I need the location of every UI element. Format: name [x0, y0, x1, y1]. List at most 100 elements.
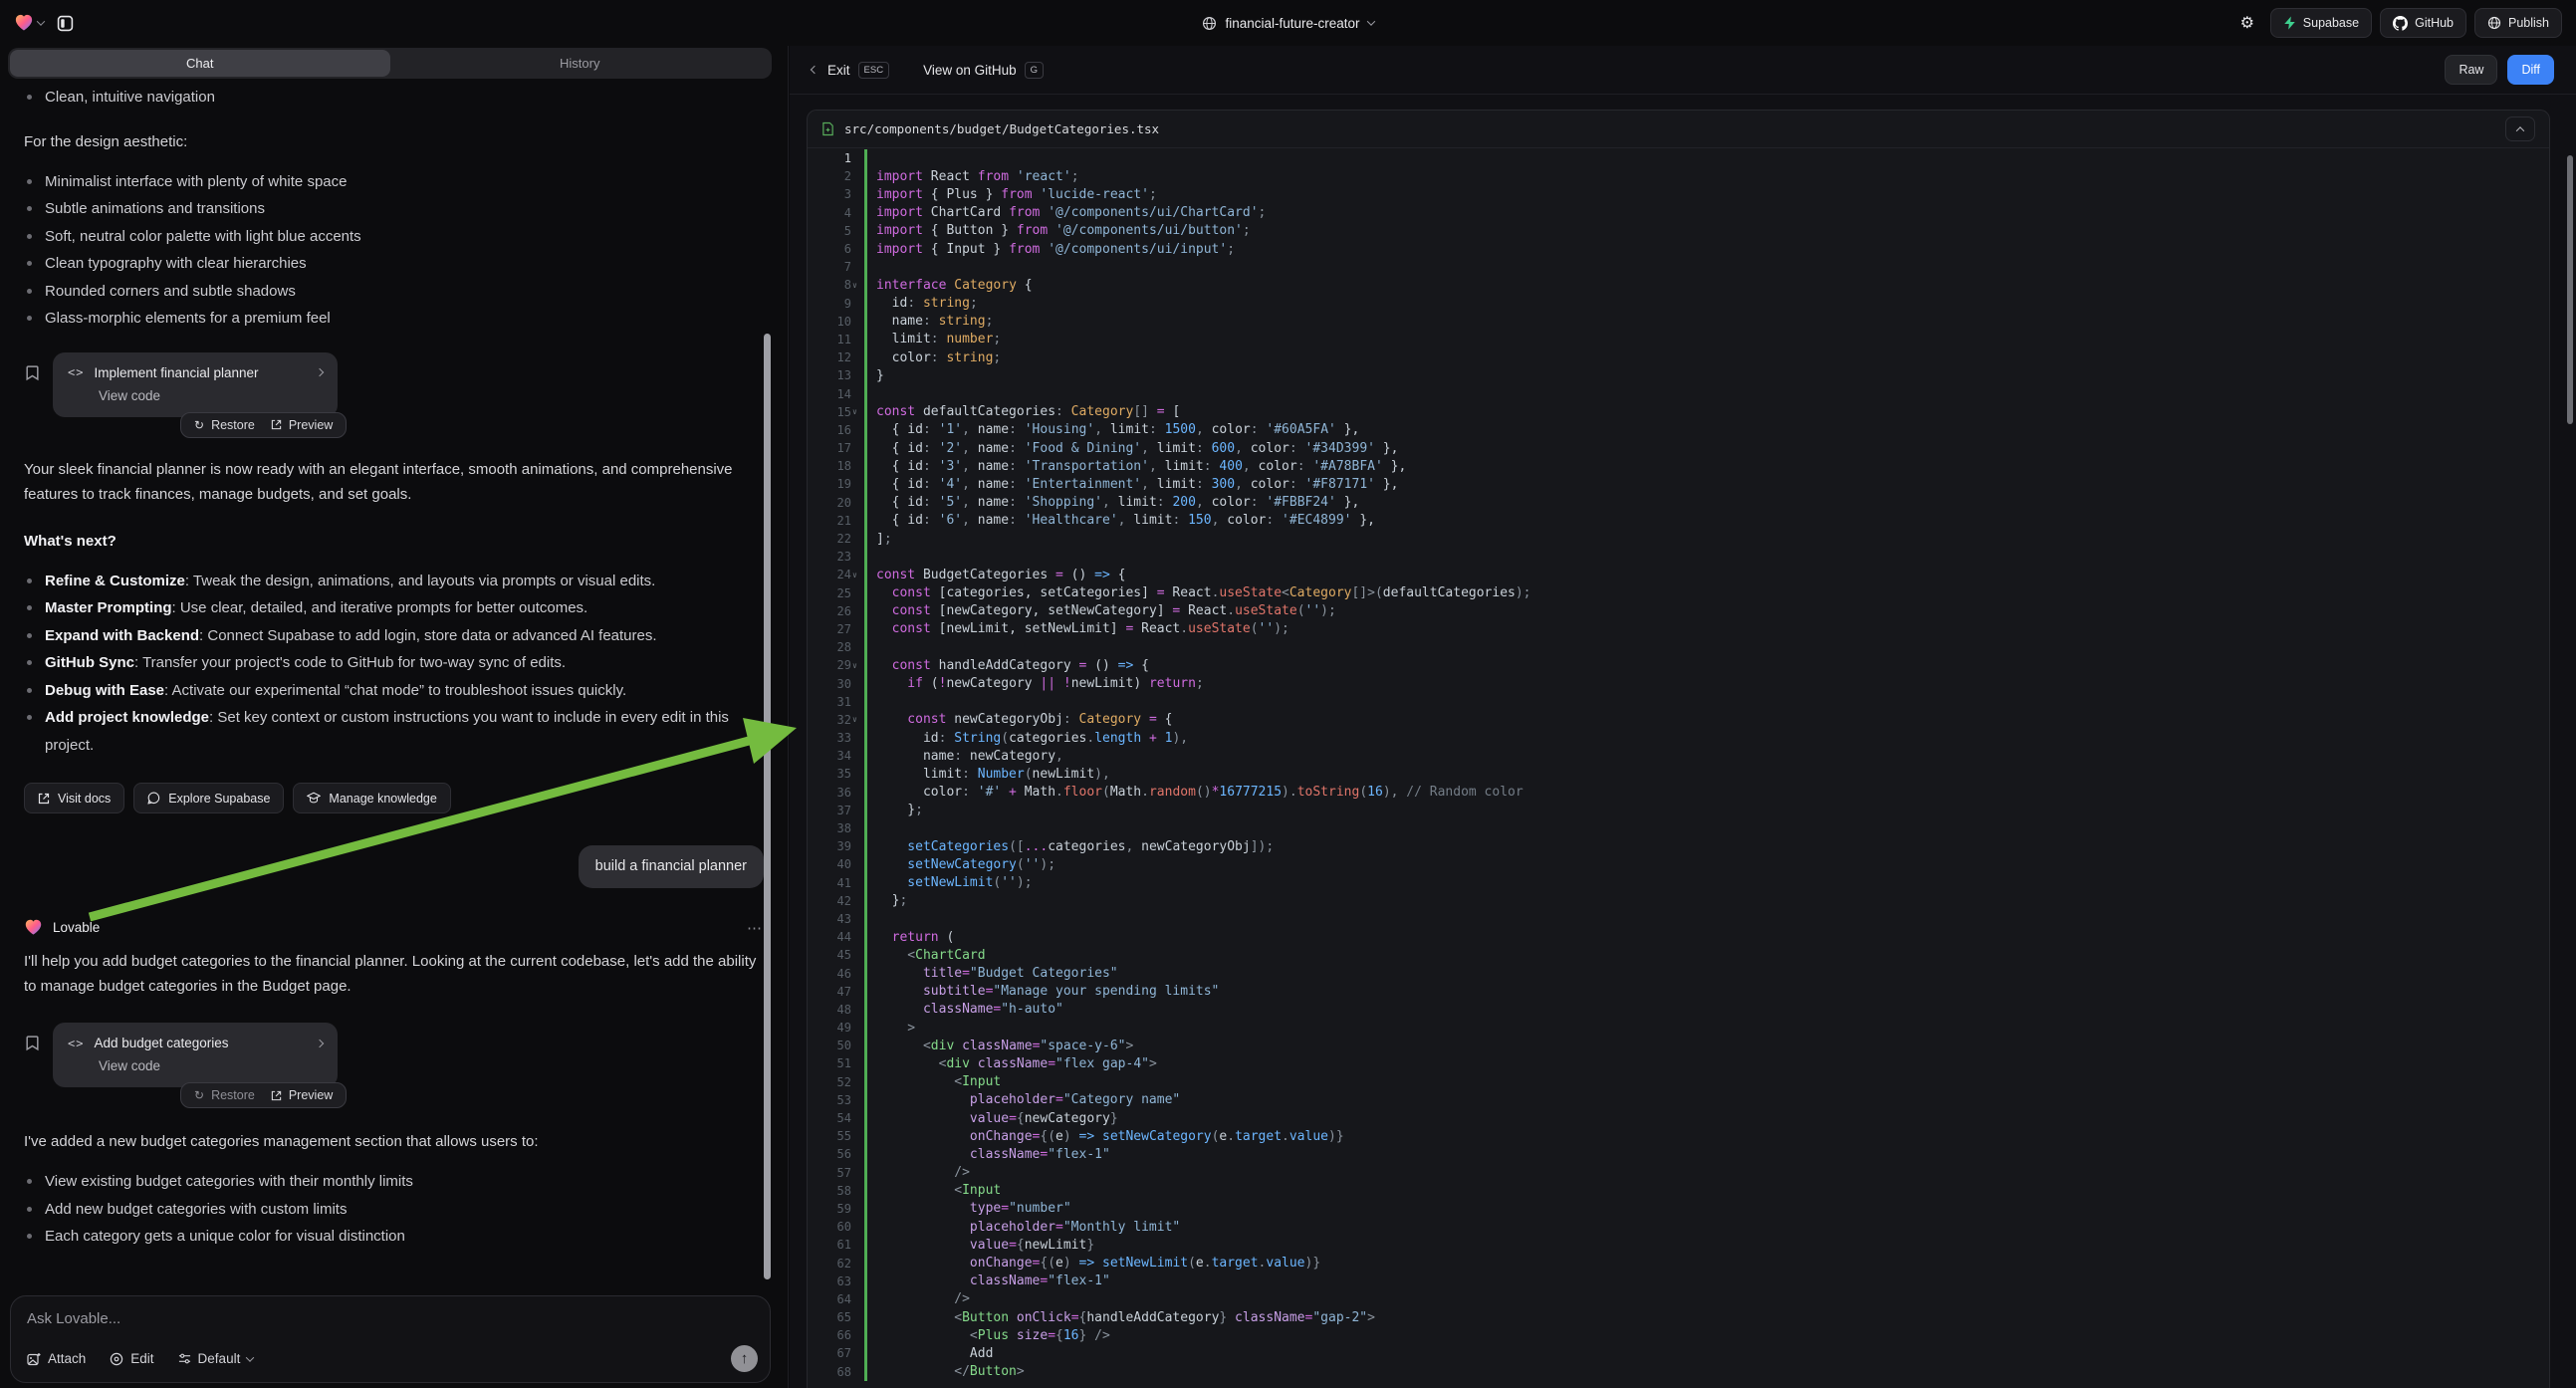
bookmark-icon[interactable]: [24, 1035, 41, 1051]
assistant-header: Lovable ⋯: [24, 918, 764, 937]
explore-supabase-button[interactable]: Explore Supabase: [133, 783, 284, 813]
version-card-add-budget-categories[interactable]: <> Add budget categories View code ↻Rest…: [53, 1023, 338, 1087]
restore-button[interactable]: ↻Restore: [194, 418, 255, 432]
fold-chevron-icon[interactable]: ∨: [852, 571, 861, 579]
exit-button[interactable]: Exit ESC: [827, 62, 889, 79]
code-line: 23: [808, 548, 2549, 566]
design-bullet-list: Minimalist interface with plenty of whit…: [24, 168, 764, 333]
file-header[interactable]: src/components/budget/BudgetCategories.t…: [808, 111, 2549, 148]
code-editor[interactable]: 12import React from 'react';3import { Pl…: [808, 149, 2549, 1388]
view-on-github-button[interactable]: View on GitHub G: [923, 62, 1044, 79]
tab-chat[interactable]: Chat: [10, 50, 390, 77]
project-switcher[interactable]: financial-future-creator: [0, 0, 2576, 46]
code-text: subtitle="Manage your spending limits": [867, 984, 1219, 999]
code-text: />: [867, 1165, 970, 1180]
raw-toggle-button[interactable]: Raw: [2445, 55, 2497, 85]
code-line: 26 const [newCategory, setNewCategory] =…: [808, 602, 2549, 620]
supabase-button[interactable]: Supabase: [2270, 8, 2372, 38]
result-intro: I've added a new budget categories manag…: [24, 1129, 764, 1154]
code-scrollbar[interactable]: [2567, 155, 2573, 424]
code-panel: Exit ESC View on GitHub G Raw Diff src/c…: [790, 46, 2576, 1388]
line-number: 3: [808, 187, 864, 201]
code-line: 64 />: [808, 1290, 2549, 1308]
code-line: 67 Add: [808, 1344, 2549, 1362]
code-text: <Plus size={16} />: [867, 1328, 1110, 1343]
code-icon: <>: [68, 365, 84, 379]
chat-scrollbar[interactable]: [764, 334, 771, 1279]
code-line: 7: [808, 258, 2549, 276]
file-added-icon: [821, 121, 834, 136]
restore-button[interactable]: ↻Restore: [194, 1088, 255, 1102]
mode-select[interactable]: Default: [178, 1351, 254, 1366]
code-line: 68 </Button>: [808, 1363, 2549, 1381]
publish-button[interactable]: Publish: [2474, 8, 2562, 38]
line-number: 55: [808, 1129, 864, 1143]
g-kbd-badge: G: [1025, 62, 1044, 79]
fold-chevron-icon[interactable]: ∨: [852, 661, 861, 670]
manage-knowledge-button[interactable]: Manage knowledge: [293, 783, 450, 813]
list-item: Debug with Ease: Activate our experiment…: [24, 677, 764, 705]
code-text: const [categories, setCategories] = Reac…: [867, 585, 1531, 600]
code-line: 39 setCategories([...categories, newCate…: [808, 837, 2549, 855]
line-number: 9: [808, 297, 864, 311]
github-label: GitHub: [2415, 16, 2454, 30]
line-number: 34: [808, 749, 864, 763]
code-text: limit: Number(newLimit),: [867, 767, 1110, 782]
code-text: return (: [867, 930, 954, 945]
line-number: 66: [808, 1328, 864, 1342]
code-text: </Button>: [867, 1364, 1025, 1379]
line-number: 49: [808, 1021, 864, 1035]
code-line: 8∨interface Category {: [808, 276, 2549, 294]
visit-docs-button[interactable]: Visit docs: [24, 783, 124, 813]
chat-input[interactable]: [27, 1310, 536, 1327]
diff-toggle-button[interactable]: Diff: [2507, 55, 2554, 85]
line-number: 46: [808, 967, 864, 981]
code-line: 31: [808, 693, 2549, 711]
line-number: 17: [808, 441, 864, 455]
message-menu-button[interactable]: ⋯: [747, 919, 764, 937]
suggested-actions: Visit docs Explore Supabase Manage knowl…: [24, 783, 764, 813]
fold-chevron-icon[interactable]: ∨: [852, 407, 861, 416]
view-code-link[interactable]: View code: [99, 388, 323, 403]
attach-button[interactable]: Attach: [27, 1351, 86, 1366]
line-number: 14: [808, 387, 864, 401]
code-text: <Button onClick={handleAddCategory} clas…: [867, 1310, 1375, 1325]
edit-button[interactable]: Edit: [110, 1351, 153, 1366]
code-text: const defaultCategories: Category[] = [: [867, 404, 1180, 419]
chat-message-list[interactable]: Clean, intuitive navigation For the desi…: [0, 78, 788, 1292]
fold-chevron-icon[interactable]: ∨: [852, 715, 861, 724]
sliders-icon: [178, 1352, 191, 1365]
restore-icon: ↻: [194, 1088, 204, 1102]
fold-chevron-icon[interactable]: ∨: [852, 281, 861, 290]
code-text: limit: number;: [867, 332, 1001, 347]
code-line: 3import { Plus } from 'lucide-react';: [808, 185, 2549, 203]
preview-button[interactable]: Preview: [271, 418, 333, 432]
line-number: 53: [808, 1093, 864, 1107]
view-code-link[interactable]: View code: [99, 1058, 323, 1073]
line-number: 13: [808, 368, 864, 382]
assistant-name: Lovable: [53, 920, 100, 935]
diff-added-bar: [864, 638, 867, 656]
user-message: would be cool if you could add budget ca…: [417, 1292, 764, 1293]
diff-added-bar: [864, 819, 867, 837]
list-item: View existing budget categories with the…: [24, 1168, 764, 1196]
code-line: 65 <Button onClick={handleAddCategory} c…: [808, 1308, 2549, 1326]
settings-button[interactable]: ⚙: [2232, 8, 2262, 38]
line-number: 36: [808, 786, 864, 800]
github-button[interactable]: GitHub: [2380, 8, 2466, 38]
esc-kbd-badge: ESC: [858, 62, 890, 79]
diff-added-bar: [864, 258, 867, 276]
code-text: <Input: [867, 1074, 1001, 1089]
whats-next-list: Refine & Customize: Tweak the design, an…: [24, 568, 764, 760]
preview-button[interactable]: Preview: [271, 1088, 333, 1102]
line-number: 42: [808, 894, 864, 908]
collapse-file-button[interactable]: [2505, 116, 2535, 141]
code-line: 40 setNewCategory('');: [808, 855, 2549, 873]
code-line: 55 onChange={(e) => setNewCategory(e.tar…: [808, 1127, 2549, 1145]
code-text: />: [867, 1291, 970, 1306]
version-card-implement-financial-planner[interactable]: <> Implement financial planner View code…: [53, 352, 338, 417]
tab-history[interactable]: History: [390, 50, 771, 77]
send-button[interactable]: ↑: [731, 1345, 758, 1372]
project-name: financial-future-creator: [1225, 16, 1359, 31]
bookmark-icon[interactable]: [24, 364, 41, 381]
